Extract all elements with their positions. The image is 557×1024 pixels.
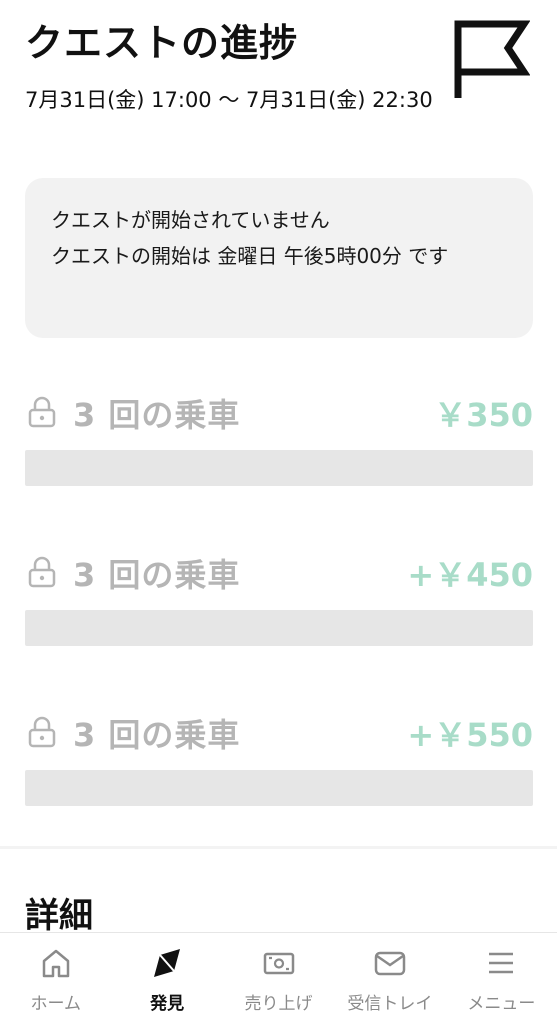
lock-icon [28,556,56,588]
quest-name: 3 回の乗車 [73,396,241,434]
quest-progress-bar [25,610,533,646]
quest-item: 3 回の乗車 +￥450 [25,548,533,668]
quest-progress-bar [25,770,533,806]
nav-item-home[interactable]: ホーム [0,933,111,1024]
quest-name: 3 回の乗車 [73,556,241,594]
quest-item: 3 回の乗車 ￥350 [25,388,533,508]
quest-reward: ￥350 [434,396,533,434]
notice-line-1: クエストが開始されていません [51,208,330,232]
quest-datetime: 7月31日(金) 17:00 ～ 7月31日(金) 22:30 [25,88,433,112]
bottom-nav: ホーム 発見 売り上げ 受信トレイ メニュー [0,932,557,1024]
section-divider [0,846,557,849]
lock-icon [28,716,56,748]
mail-icon [374,951,406,976]
nav-label: メニュー [467,994,536,1014]
nav-label: 発見 [150,994,185,1014]
quest-reward: +￥450 [407,556,533,594]
wallet-icon [263,952,294,975]
quest-reward: +￥550 [407,716,533,754]
nav-label: 受信トレイ [347,994,433,1014]
nav-label: ホーム [30,994,81,1014]
quest-not-started-notice: クエストが開始されていません クエストの開始は 金曜日 午後5時00分 です [25,178,533,338]
flag-icon[interactable] [450,18,530,102]
notice-line-2: クエストの開始は 金曜日 午後5時00分 です [51,244,449,268]
details-heading: 詳細 [25,896,93,936]
quest-name: 3 回の乗車 [73,716,241,754]
nav-item-menu[interactable]: メニュー [446,933,557,1024]
nav-item-inbox[interactable]: 受信トレイ [334,933,445,1024]
menu-icon [489,952,514,974]
page-title: クエストの進捗 [25,21,299,65]
home-icon [42,949,69,978]
nav-item-discover[interactable]: 発見 [111,933,222,1024]
header: クエストの進捗 7月31日(金) 17:00 ～ 7月31日(金) 22:30 [0,0,557,170]
nav-item-earnings[interactable]: 売り上げ [223,933,334,1024]
lock-icon [28,396,56,428]
compass-icon [154,949,181,977]
nav-label: 売り上げ [244,994,313,1014]
quest-item: 3 回の乗車 +￥550 [25,708,533,828]
quest-progress-bar [25,450,533,486]
